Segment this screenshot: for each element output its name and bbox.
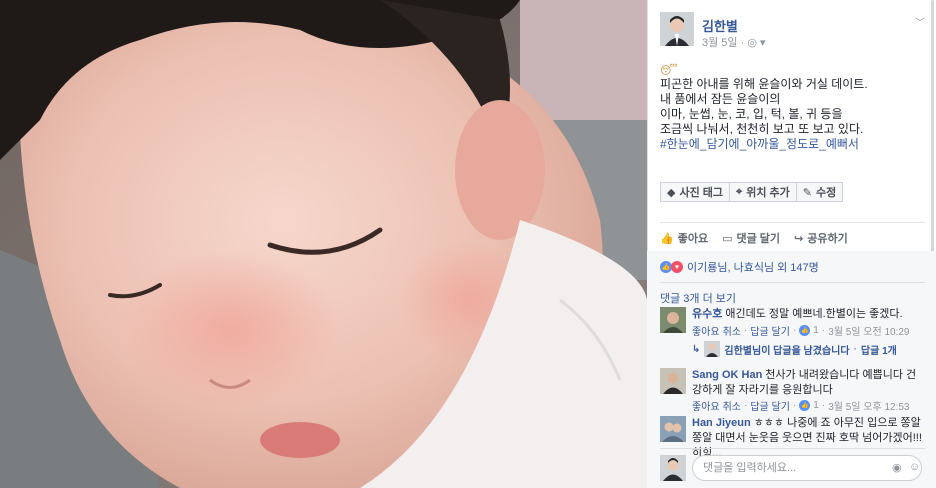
comment-composer: ◉ ☺ (660, 455, 925, 481)
comment-time[interactable]: 3월 5일 오후 12:53 (828, 398, 909, 413)
love-reaction-icon: ♥ (671, 261, 683, 273)
reply-arrow-icon: ↳ (692, 343, 701, 355)
commenter-name[interactable]: Han Jiyeun (692, 417, 751, 429)
divider (660, 282, 925, 283)
comment-reply-link[interactable]: 답글 달기 (750, 323, 790, 338)
reply-count: 답글 1개 (860, 345, 897, 357)
comment-meta: 좋아요 취소 · 답글 달기 · 👍 1 · 3월 5일 오전 10:29 (692, 323, 910, 338)
comment-like-link[interactable]: 좋아요 (692, 398, 720, 413)
comment-reply-link[interactable]: 답글 달기 (750, 398, 790, 413)
comment-meta: 좋아요 취소 · 답글 달기 · 👍 1 · 3월 5일 오후 12:53 (692, 398, 910, 413)
reply-author-avatar (704, 341, 721, 357)
view-more-comments-link[interactable]: 댓글 3개 더 보기 (660, 290, 736, 306)
reactions-text: 이기룡님, 나효식님 외 147명 (687, 262, 819, 274)
comment-like-count[interactable]: 1 (813, 400, 819, 411)
like-badge-icon: 👍 (799, 325, 811, 336)
commenter-avatar[interactable] (660, 416, 686, 442)
commenter-avatar[interactable] (660, 307, 686, 333)
divider (660, 448, 925, 449)
comment-like-link[interactable]: 좋아요 (692, 323, 720, 338)
sticker-icon[interactable]: ☺ (909, 461, 920, 473)
reply-summary-text: 김한별님이 답글을 남겼습니다 (724, 345, 850, 357)
camera-icon[interactable]: ◉ (892, 461, 902, 474)
comment-text: 애긴데도 정말 예쁘네.한별이는 좋겠다. (725, 308, 903, 320)
comment-input[interactable] (692, 455, 922, 481)
current-user-avatar (660, 455, 686, 481)
comments-content: 👍 ♥ 이기룡님, 나효식님 외 147명 댓글 3개 더 보기 유수호 애긴데도… (647, 0, 936, 488)
reply-summary[interactable]: ↳ 김한별님이 답글을 남겼습니다 · 답글 1개 (692, 341, 897, 357)
comment-cancel-link[interactable]: 취소 (723, 398, 741, 413)
like-badge-icon: 👍 (799, 400, 811, 411)
comment-time[interactable]: 3월 5일 오전 10:29 (828, 323, 909, 338)
commenter-name[interactable]: Sang OK Han (692, 369, 762, 381)
commenter-avatar[interactable] (660, 368, 686, 394)
commenter-name[interactable]: 유수호 (692, 308, 722, 320)
comment-like-count[interactable]: 1 (813, 325, 819, 336)
comment-cancel-link[interactable]: 취소 (723, 323, 741, 338)
reactions-summary[interactable]: 👍 ♥ 이기룡님, 나효식님 외 147명 (660, 259, 819, 275)
post-photo[interactable] (0, 0, 647, 488)
sleeping-baby-photo (0, 0, 647, 488)
